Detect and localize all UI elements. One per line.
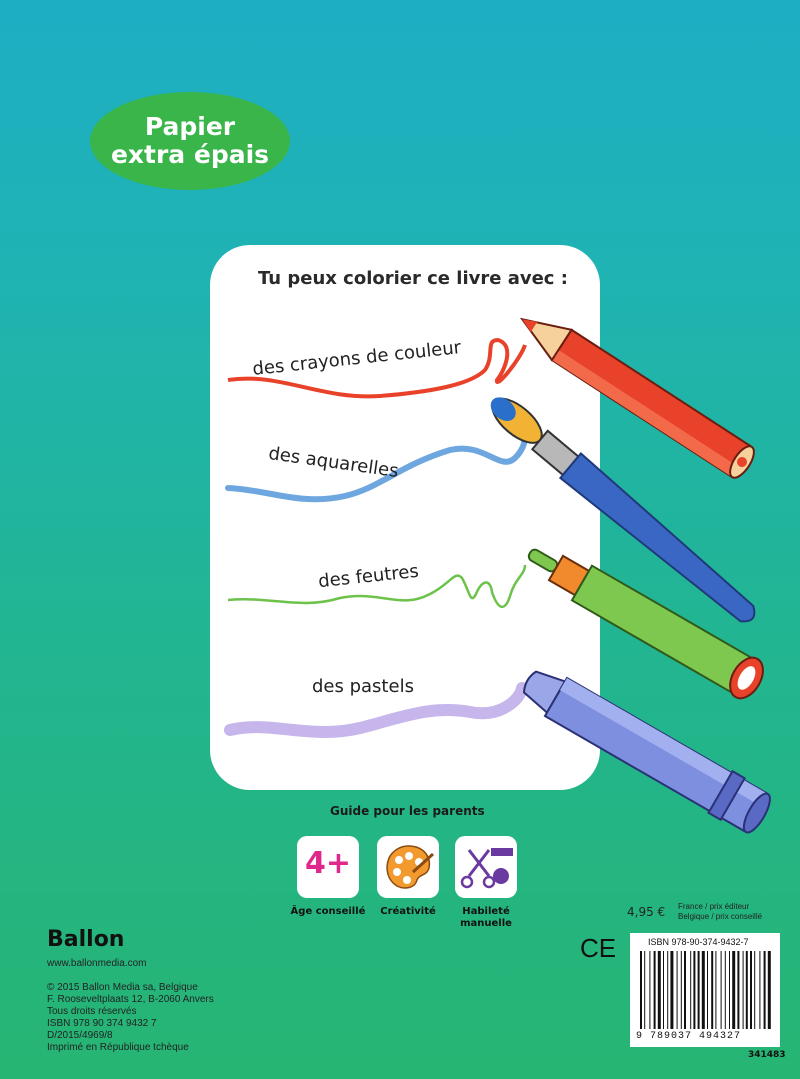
- publisher-line: Tous droits réservés: [47, 1006, 137, 1017]
- publisher-line: F. Rooseveltplaats 12, B-2060 Anvers: [47, 994, 214, 1005]
- manual-skill-label: Habileté manuelle: [460, 906, 512, 929]
- age-tile: 4+: [297, 836, 359, 898]
- barcode: [630, 933, 780, 1047]
- price-note-belgium: Belgique / prix conseillé: [678, 912, 763, 921]
- creativity-label: Créativité: [380, 906, 436, 917]
- palette-icon: [386, 845, 435, 889]
- publisher-line: Imprimé en République tchèque: [47, 1042, 189, 1053]
- publisher-logo: Ballon: [47, 927, 125, 952]
- manual-skill-tile: [455, 836, 517, 898]
- price: 4,95 €: [627, 905, 666, 919]
- creativity-tile: [377, 836, 439, 898]
- guide-title: Guide pour les parents: [330, 804, 485, 818]
- scissors-icon: [460, 848, 513, 889]
- label-pastels: des pastels: [312, 676, 414, 697]
- price-note-france: France / prix éditeur: [678, 902, 750, 911]
- barcode-digits: 9 789037 494327: [636, 1031, 742, 1042]
- publisher-line: D/2015/4969/8: [47, 1030, 113, 1041]
- publisher-line: ISBN 978 90 374 9432 7: [47, 1018, 157, 1029]
- barcode-bars: [640, 951, 771, 1029]
- product-code: 341483: [748, 1050, 786, 1060]
- age-label: Âge conseillé: [290, 906, 366, 917]
- publisher-url: www.ballonmedia.com: [47, 958, 147, 969]
- age-value: 4+: [304, 846, 351, 881]
- isbn-text: ISBN 978-90-374-9432-7: [648, 937, 749, 947]
- ce-mark: CE: [580, 933, 617, 963]
- publisher-line: © 2015 Ballon Media sa, Belgique: [47, 982, 198, 993]
